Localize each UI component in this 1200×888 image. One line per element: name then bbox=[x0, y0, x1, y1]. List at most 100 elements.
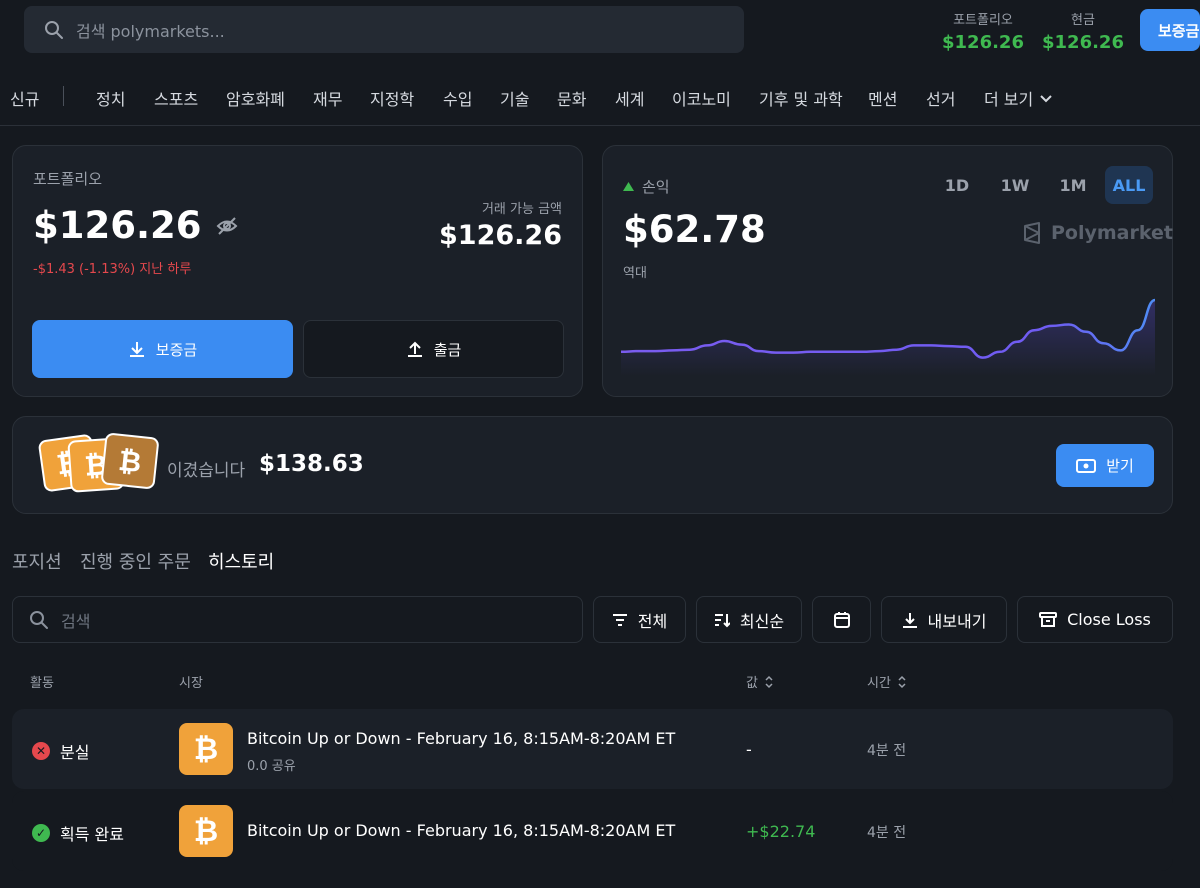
claim-button[interactable]: 받기 bbox=[1056, 444, 1154, 487]
won-label: 이겼습니다 bbox=[167, 461, 246, 481]
sort-button[interactable]: 최신순 bbox=[696, 596, 802, 643]
polymarket-logo-text: Polymarket bbox=[1051, 222, 1173, 244]
portfolio-value-row: $126.26 bbox=[33, 204, 238, 247]
row-status-label: 획득 완료 bbox=[60, 825, 124, 844]
nav-item-world[interactable]: 세계 bbox=[615, 86, 644, 110]
global-search-placeholder: 검색 polymarkets... bbox=[76, 21, 225, 41]
nav-item-economy[interactable]: 이코노미 bbox=[672, 86, 731, 110]
won-banner: ₿ ₿ ₿ 이겼습니다 $138.63 받기 bbox=[12, 416, 1173, 514]
row-value: - bbox=[746, 740, 752, 759]
history-search-placeholder: 검색 bbox=[61, 611, 91, 631]
nav-item-climate-science[interactable]: 기후 및 과학 bbox=[759, 86, 843, 110]
archive-icon bbox=[1039, 611, 1058, 627]
header-cash-value: $126.26 bbox=[1042, 32, 1124, 53]
bitcoin-icon: ₿ bbox=[100, 432, 160, 490]
date-picker-button[interactable] bbox=[812, 596, 871, 643]
nav-item-elections[interactable]: 선거 bbox=[926, 86, 955, 110]
nav-divider-line bbox=[0, 125, 1200, 126]
table-row[interactable]: ✕ 분실 ₿ Bitcoin Up or Down - February 16,… bbox=[12, 709, 1173, 789]
export-button[interactable]: 내보내기 bbox=[881, 596, 1007, 643]
nav-item-finance[interactable]: 재무 bbox=[313, 86, 342, 110]
nav-item-tech[interactable]: 기술 bbox=[500, 86, 529, 110]
nav-item-mentions[interactable]: 멘션 bbox=[868, 86, 897, 110]
nav-item-culture[interactable]: 문화 bbox=[557, 86, 586, 110]
deposit-button[interactable]: 보증금 bbox=[32, 320, 293, 378]
export-label: 내보내기 bbox=[927, 611, 987, 631]
bitcoin-icon: ₿ bbox=[179, 805, 233, 857]
row-status-label: 분실 bbox=[60, 743, 90, 762]
eye-off-icon[interactable] bbox=[216, 215, 238, 237]
upload-icon bbox=[407, 341, 422, 357]
nav-item-crypto[interactable]: 암호화폐 bbox=[226, 86, 285, 110]
range-1d-button[interactable]: 1D bbox=[937, 166, 977, 204]
range-1m-button[interactable]: 1M bbox=[1051, 166, 1095, 204]
triangle-up-icon bbox=[623, 182, 634, 191]
col-header-time-label: 시간 bbox=[867, 676, 891, 691]
close-loss-label: Close Loss bbox=[1067, 610, 1151, 629]
header-deposit-button[interactable]: 보증금 bbox=[1140, 9, 1200, 51]
table-row[interactable]: ✓ 획득 완료 ₿ Bitcoin Up or Down - February … bbox=[12, 791, 1173, 871]
col-header-market: 시장 bbox=[179, 672, 203, 691]
withdraw-button[interactable]: 출금 bbox=[303, 320, 564, 378]
tradable-label: 거래 가능 금액 bbox=[481, 202, 562, 217]
header-portfolio-stat[interactable]: 포트폴리오 $126.26 bbox=[942, 9, 1024, 53]
filter-icon bbox=[612, 613, 627, 626]
pnl-value: $62.78 bbox=[623, 208, 766, 251]
col-header-activity-label: 활동 bbox=[30, 676, 54, 691]
header-deposit-label: 보증금 bbox=[1158, 21, 1200, 40]
nav-item-sports[interactable]: 스포츠 bbox=[154, 86, 198, 110]
coin-stack: ₿ ₿ ₿ bbox=[37, 432, 161, 497]
polymarket-logo-icon bbox=[1024, 222, 1040, 244]
sort-icon bbox=[714, 613, 730, 627]
polymarket-logo: Polymarket bbox=[1021, 222, 1173, 244]
sort-label: 최신순 bbox=[739, 611, 785, 631]
tab-history[interactable]: 히스토리 bbox=[208, 548, 274, 574]
header-cash-label: 현금 bbox=[1071, 13, 1095, 28]
portfolio-value: $126.26 bbox=[33, 204, 202, 247]
nav-item-earnings[interactable]: 수입 bbox=[443, 86, 472, 110]
portfolio-title: 포트폴리오 bbox=[33, 170, 103, 188]
download-icon bbox=[129, 342, 144, 357]
row-value: +$22.74 bbox=[746, 822, 816, 841]
tab-open-orders[interactable]: 진행 중인 주문 bbox=[80, 548, 191, 574]
row-time: 4분 전 bbox=[867, 825, 907, 841]
header-portfolio-value: $126.26 bbox=[942, 32, 1024, 53]
header-portfolio-label: 포트폴리오 bbox=[953, 13, 1013, 28]
col-header-market-label: 시장 bbox=[179, 676, 203, 691]
sort-toggle-icon bbox=[765, 675, 773, 688]
nav-item-new[interactable]: 신규 bbox=[10, 86, 39, 110]
pnl-card: 손익 $62.78 역대 1D 1W 1M ALL Polymarket bbox=[602, 145, 1173, 397]
download-icon bbox=[902, 612, 917, 628]
header-cash-stat[interactable]: 현금 $126.26 bbox=[1042, 9, 1124, 53]
check-circle-icon: ✓ bbox=[32, 824, 50, 842]
tab-positions[interactable]: 포지션 bbox=[12, 548, 62, 574]
range-all-button[interactable]: ALL bbox=[1105, 166, 1153, 204]
pnl-chart-area bbox=[621, 300, 1155, 376]
search-icon bbox=[30, 610, 48, 629]
cash-icon bbox=[1076, 458, 1097, 473]
withdraw-label: 출금 bbox=[433, 340, 462, 359]
col-header-value[interactable]: 값 bbox=[746, 672, 774, 691]
col-header-time[interactable]: 시간 bbox=[867, 672, 907, 691]
range-1w-button[interactable]: 1W bbox=[993, 166, 1037, 204]
portfolio-card: 포트폴리오 $126.26 -$1.43 (-1.13%) 지난 하루 거래 가… bbox=[12, 145, 583, 397]
claim-label: 받기 bbox=[1106, 457, 1134, 475]
global-search[interactable]: 검색 polymarkets... bbox=[24, 6, 744, 53]
tradable-value: $126.26 bbox=[439, 220, 562, 251]
close-loss-button[interactable]: Close Loss bbox=[1017, 596, 1173, 643]
deposit-label: 보증금 bbox=[155, 340, 198, 359]
category-nav: 신규 정치 스포츠 암호화폐 재무 지정학 수입 기술 문화 세계 이코노미 기… bbox=[0, 80, 1200, 114]
calendar-icon bbox=[833, 611, 850, 628]
nav-item-geopolitics[interactable]: 지정학 bbox=[370, 86, 414, 110]
row-status: ✓ 획득 완료 bbox=[32, 821, 124, 845]
chevron-down-icon bbox=[1040, 95, 1052, 103]
history-search[interactable]: 검색 bbox=[12, 596, 583, 643]
row-market[interactable]: Bitcoin Up or Down - February 16, 8:15AM… bbox=[247, 821, 675, 840]
nav-divider bbox=[63, 86, 64, 106]
row-market[interactable]: Bitcoin Up or Down - February 16, 8:15AM… bbox=[247, 729, 675, 748]
filter-button[interactable]: 전체 bbox=[593, 596, 686, 643]
search-icon bbox=[45, 20, 63, 39]
bitcoin-icon: ₿ bbox=[179, 723, 233, 775]
nav-item-politics[interactable]: 정치 bbox=[96, 86, 125, 110]
nav-item-more[interactable]: 더 보기 bbox=[984, 86, 1053, 110]
